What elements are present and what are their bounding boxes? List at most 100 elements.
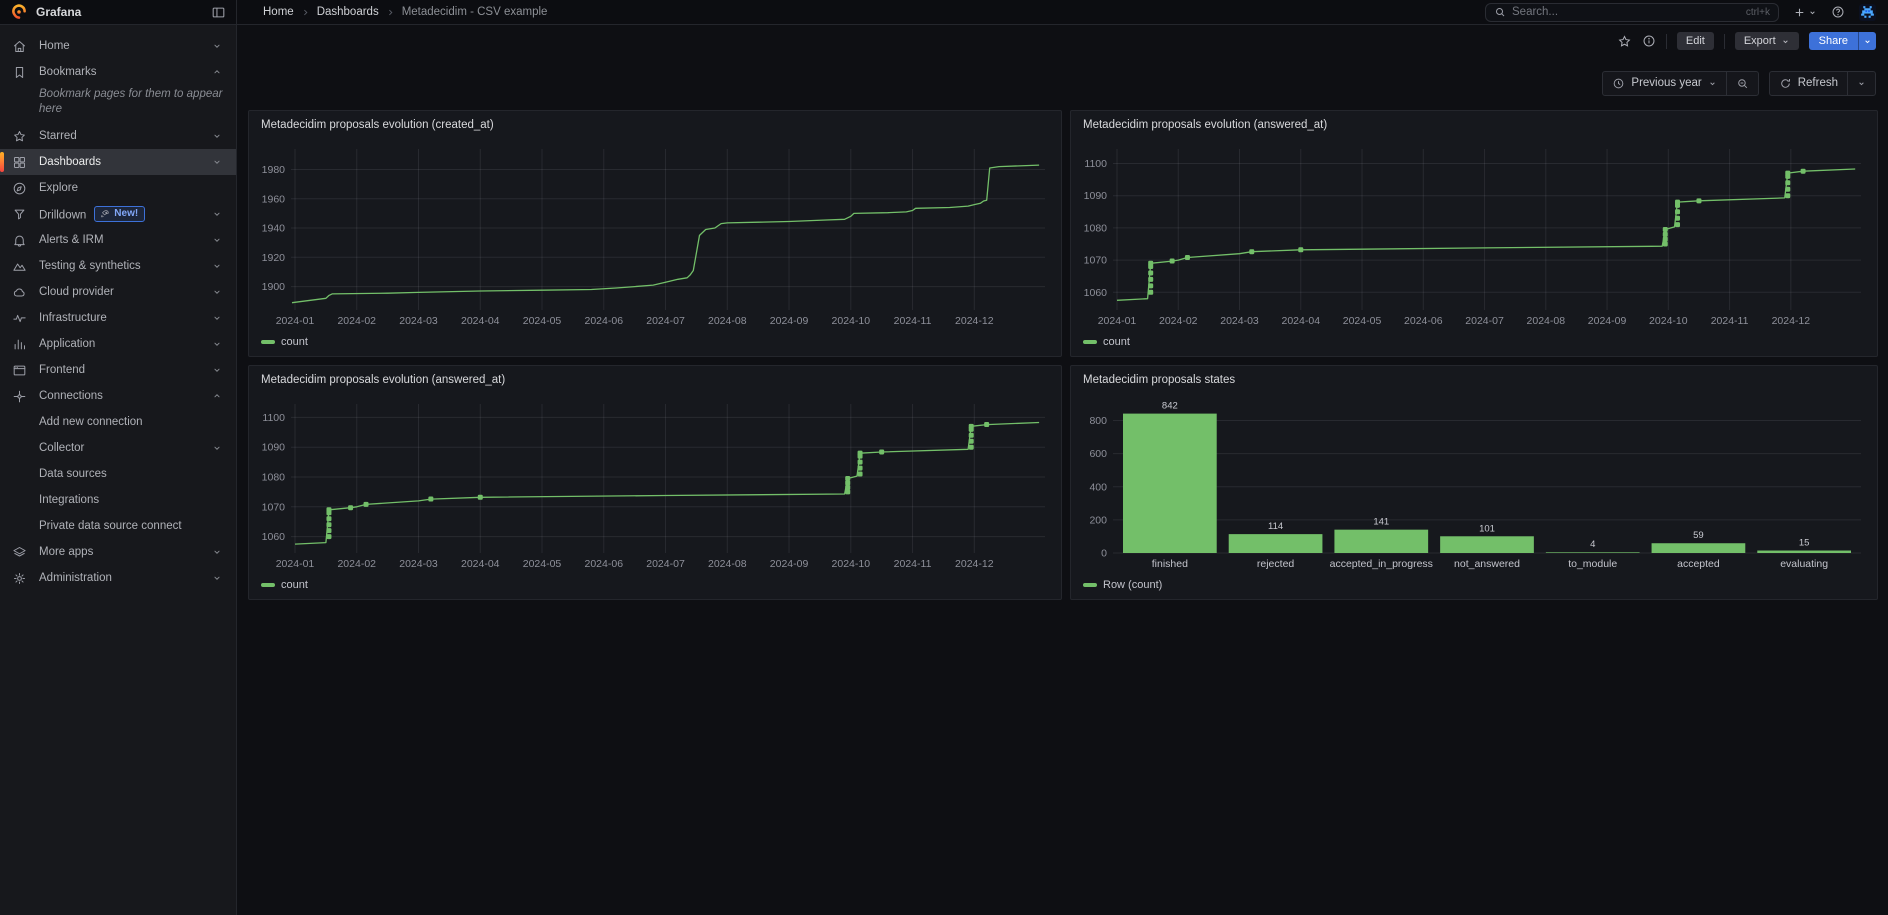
bar-to_module[interactable] <box>1546 552 1640 553</box>
export-button[interactable]: Export <box>1735 32 1799 50</box>
chevron-down-icon <box>208 157 226 167</box>
refresh-button[interactable]: Refresh <box>1770 72 1847 95</box>
refresh-interval-chevron[interactable] <box>1847 72 1875 95</box>
data-point-marker <box>858 460 863 465</box>
sidebar-item-label: Home <box>39 40 208 52</box>
sidebar-item-add-new-connection[interactable]: Add new connection <box>0 409 236 435</box>
sidebar-item-collector[interactable]: Collector <box>0 435 236 461</box>
sidebar-item-label: Explore <box>39 182 208 194</box>
zoom-out-time-button[interactable] <box>1726 72 1758 95</box>
sidebar-item-starred[interactable]: Starred <box>0 123 236 149</box>
bar-accepted_in_progress[interactable] <box>1334 530 1428 553</box>
panel-info-icon[interactable] <box>1642 34 1656 48</box>
sidebar-item-label: Cloud provider <box>39 286 208 298</box>
x-tick-label: 2024-04 <box>461 558 500 570</box>
x-tick-label: 2024-10 <box>832 315 871 327</box>
data-point-marker <box>1785 171 1790 176</box>
x-tick-label: 2024-12 <box>955 558 994 570</box>
sidebar-item-label: Administration <box>39 572 208 584</box>
sidebar-item-frontend[interactable]: Frontend <box>0 357 236 383</box>
y-tick-label: 1080 <box>1084 222 1108 234</box>
sidebar-item-administration[interactable]: Administration <box>0 565 236 591</box>
legend-item-count[interactable]: count <box>1083 336 1130 348</box>
chevron-down-icon <box>208 443 226 453</box>
favorite-star-icon[interactable] <box>1617 34 1632 49</box>
data-point-marker <box>858 472 863 477</box>
time-range-picker[interactable]: Previous year <box>1603 72 1725 95</box>
bar-not_answered[interactable] <box>1440 536 1534 553</box>
legend-item-count[interactable]: count <box>261 579 308 591</box>
edit-button[interactable]: Edit <box>1677 32 1714 50</box>
legend-item-count[interactable]: count <box>261 336 308 348</box>
data-point-marker <box>1148 283 1153 288</box>
legend-item-row-count[interactable]: Row (count) <box>1083 579 1162 591</box>
chevron-down-icon <box>208 365 226 375</box>
sidebar-item-infrastructure[interactable]: Infrastructure <box>0 305 236 331</box>
chevron-down-icon <box>208 339 226 349</box>
hub-icon <box>0 389 39 404</box>
chevron-up-icon <box>208 67 226 77</box>
share-button[interactable]: Share <box>1809 32 1858 50</box>
sidebar-item-application[interactable]: Application <box>0 331 236 357</box>
add-new-icon[interactable] <box>1793 6 1817 19</box>
data-point-marker <box>1663 241 1668 246</box>
bar-rejected[interactable] <box>1229 534 1323 553</box>
search-shortcut: ctrl+k <box>1746 7 1770 18</box>
panel-title[interactable]: Metadecidim proposals evolution (answere… <box>261 374 505 386</box>
line-chart-answered-at[interactable]: 106010701080109011002024-012024-022024-0… <box>1079 141 1869 328</box>
line-chart-answered-at-2[interactable]: 106010701080109011002024-012024-022024-0… <box>257 396 1053 571</box>
x-tick-label: 2024-01 <box>276 315 315 327</box>
bar-chart-proposal-states[interactable]: 0200400600800842finished114rejected141ac… <box>1079 396 1869 571</box>
line-chart-created-at[interactable]: 190019201940196019802024-012024-022024-0… <box>257 141 1053 328</box>
sidebar-item-bookmarks[interactable]: Bookmarks <box>0 59 236 85</box>
bar-finished[interactable] <box>1123 414 1217 553</box>
sidebar-item-testing-synthetics[interactable]: Testing & synthetics <box>0 253 236 279</box>
y-tick-label: 1060 <box>1084 287 1108 299</box>
sidebar-item-private-data-source-connect[interactable]: Private data source connect <box>0 513 236 539</box>
sidebar-item-label: Bookmarks <box>39 66 208 78</box>
chevron-down-icon <box>1708 79 1717 88</box>
panel-title[interactable]: Metadecidim proposals evolution (created… <box>261 119 494 131</box>
x-tick-label: 2024-01 <box>1098 315 1137 327</box>
sidebar-item-dashboards[interactable]: Dashboards <box>0 149 236 175</box>
bell-icon <box>0 233 39 248</box>
share-menu-chevron[interactable] <box>1858 32 1876 50</box>
search-input[interactable]: Search... ctrl+k <box>1485 3 1779 22</box>
bar-accepted[interactable] <box>1652 543 1746 553</box>
bookmark-icon <box>0 65 39 80</box>
data-point-marker <box>348 505 353 510</box>
sidebar-item-data-sources[interactable]: Data sources <box>0 461 236 487</box>
panel-title[interactable]: Metadecidim proposals states <box>1083 374 1235 386</box>
sidebar-item-drilldown[interactable]: DrilldownNew! <box>0 201 236 227</box>
dock-sidebar-toggle-icon[interactable] <box>211 5 226 20</box>
bar-category-label: to_module <box>1568 558 1617 570</box>
help-icon[interactable] <box>1831 5 1845 19</box>
y-tick-label: 1920 <box>262 252 286 264</box>
sidebar-item-home[interactable]: Home <box>0 33 236 59</box>
chevron-down-icon <box>208 573 226 583</box>
sidebar-item-explore[interactable]: Explore <box>0 175 236 201</box>
user-avatar[interactable] <box>1859 4 1876 21</box>
sidebar-item-more-apps[interactable]: More apps <box>0 539 236 565</box>
sidebar-item-integrations[interactable]: Integrations <box>0 487 236 513</box>
bar-category-label: accepted_in_progress <box>1330 558 1433 570</box>
sidebar-item-label: Add new connection <box>39 416 208 428</box>
sidebar-item-alerts-irm[interactable]: Alerts & IRM <box>0 227 236 253</box>
sidebar-item-cloud-provider[interactable]: Cloud provider <box>0 279 236 305</box>
chevron-down-icon <box>208 41 226 51</box>
data-point-marker <box>326 507 331 512</box>
panel-title[interactable]: Metadecidim proposals evolution (answere… <box>1083 119 1327 131</box>
apps-icon <box>0 155 39 170</box>
data-point-marker <box>428 497 433 502</box>
grafana-logo-icon <box>10 3 28 21</box>
data-point-marker <box>1675 209 1680 214</box>
x-tick-label: 2024-05 <box>523 315 562 327</box>
bar-value-label: 141 <box>1373 517 1389 528</box>
topbar-actions: Search... ctrl+k <box>1485 3 1888 22</box>
breadcrumb-home[interactable]: Home <box>263 6 294 18</box>
breadcrumb-dashboards[interactable]: Dashboards <box>317 6 379 18</box>
top-navigation-bar: Grafana Home Dashboards Metadecidim - CS… <box>0 0 1888 25</box>
bar-evaluating[interactable] <box>1757 551 1851 553</box>
sidebar-item-connections[interactable]: Connections <box>0 383 236 409</box>
x-tick-label: 2024-05 <box>1343 315 1382 327</box>
